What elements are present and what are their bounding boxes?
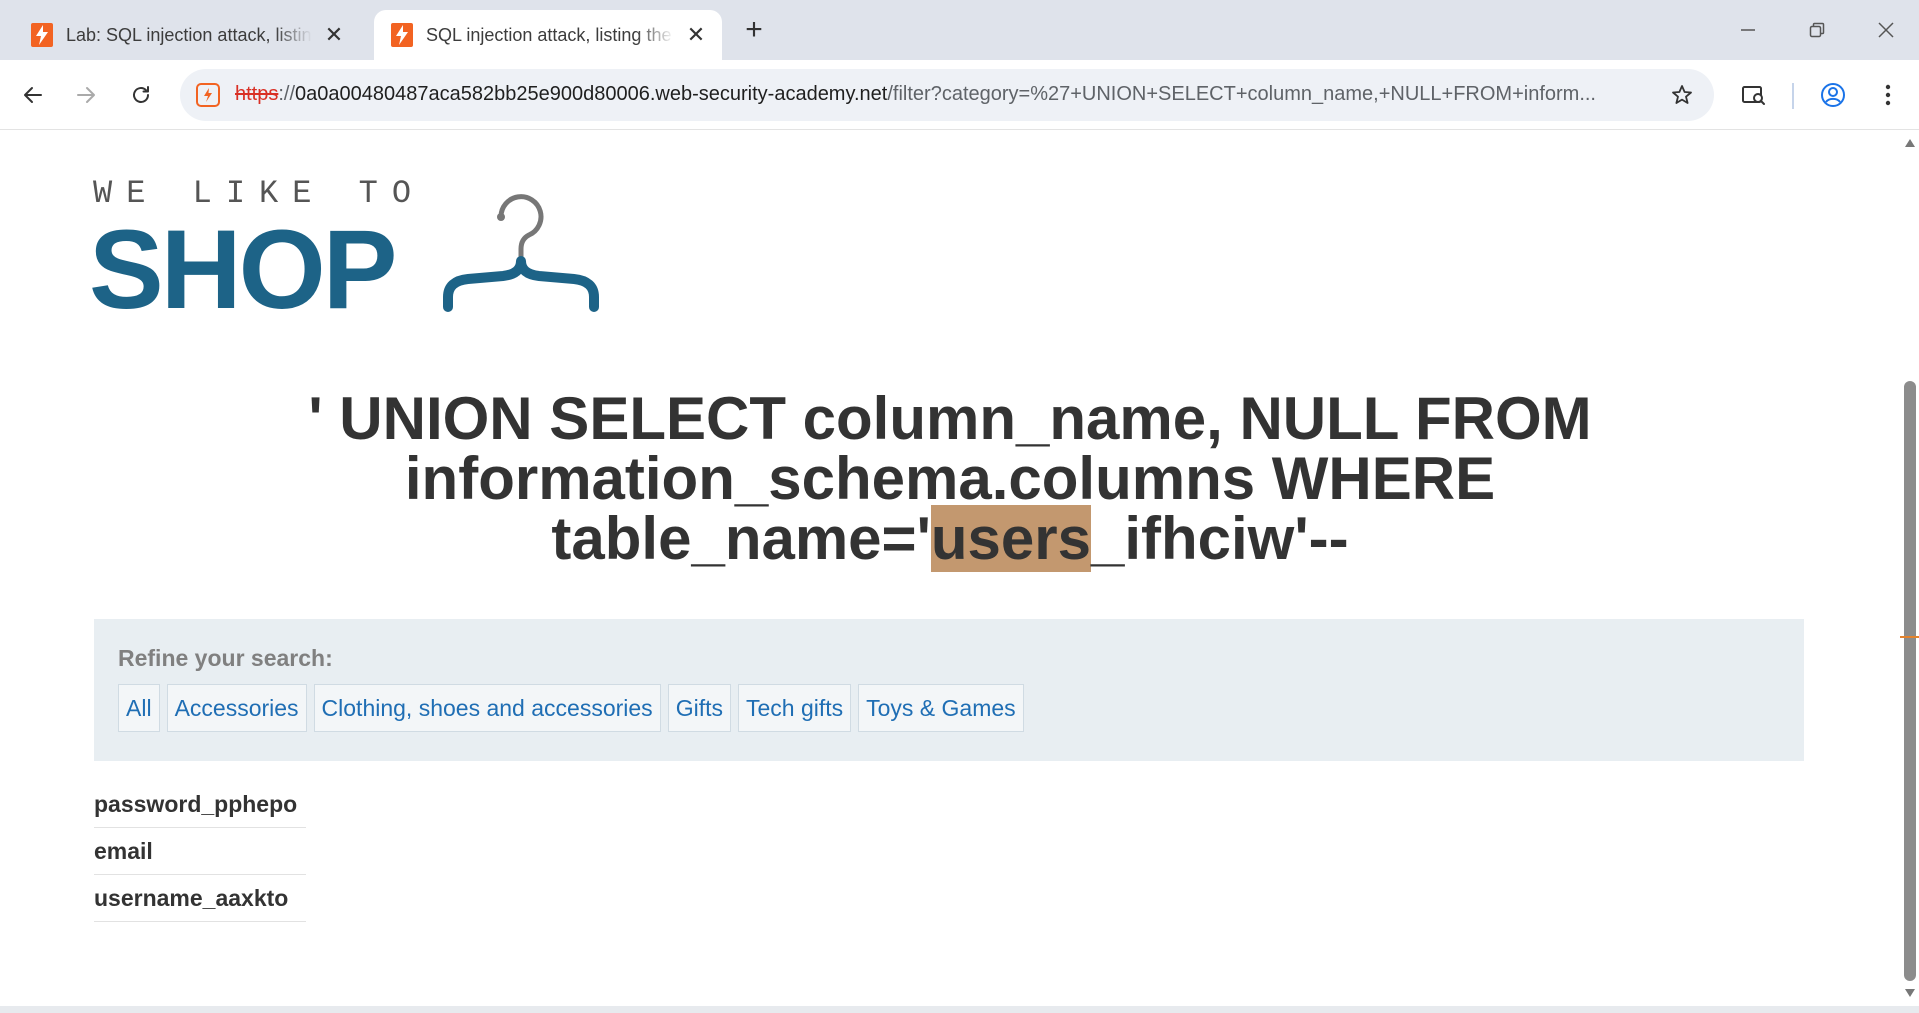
tab-active[interactable]: SQL injection attack, listing the databa…: [374, 10, 722, 60]
tab-title: Lab: SQL injection attack, listing the d…: [66, 24, 312, 45]
filter-clothing[interactable]: Clothing, shoes and accessories: [313, 684, 661, 732]
window-close-button[interactable]: [1866, 10, 1906, 50]
refine-label: Refine your search:: [118, 645, 333, 671]
filter-tech-gifts[interactable]: Tech gifts: [737, 684, 852, 732]
vertical-scrollbar[interactable]: [1900, 131, 1919, 1006]
lightning-icon: [30, 23, 54, 47]
reload-icon: [133, 86, 149, 103]
filter-accessories[interactable]: Accessories: [166, 684, 307, 732]
restore-icon: [1809, 22, 1825, 38]
bookmark-star-icon[interactable]: [1668, 81, 1696, 109]
url-path: /filter?category=%27+UNION+SELECT+column…: [887, 83, 1596, 105]
address-bar[interactable]: https://0a0a00480487aca582bb25e900d80006…: [180, 69, 1714, 121]
site-logo[interactable]: WE LIKE TO SHOP: [89, 175, 623, 332]
restore-button[interactable]: [1797, 10, 1837, 50]
title-text-after: _ifhciw'--: [1090, 505, 1349, 572]
hanger-icon: [443, 194, 599, 312]
find-match-marker: [1900, 636, 1919, 638]
page-title: ' UNION SELECT column_name, NULL FROM in…: [180, 389, 1720, 572]
scroll-down-icon[interactable]: [1904, 987, 1916, 999]
filter-gifts[interactable]: Gifts: [667, 684, 731, 732]
lightning-icon: [390, 23, 414, 47]
back-button[interactable]: [15, 77, 51, 113]
web-page: WE LIKE TO SHOP ' UNION SELECT column_na…: [0, 131, 1900, 1006]
browser-toolbar: https://0a0a00480487aca582bb25e900d80006…: [0, 60, 1919, 130]
filter-toys-games[interactable]: Toys & Games: [858, 684, 1024, 732]
url-text[interactable]: https://0a0a00480487aca582bb25e900d80006…: [235, 83, 1635, 106]
profile-button[interactable]: [1815, 77, 1851, 113]
arrow-left-icon: [24, 87, 42, 103]
table-row: username_aaxkto: [94, 875, 306, 922]
table-row: password_pphepo: [94, 781, 306, 828]
tab-lab[interactable]: Lab: SQL injection attack, listing the d…: [14, 10, 360, 60]
url-host: 0a0a00480487aca582bb25e900d80006.web-sec…: [295, 83, 888, 105]
arrow-right-icon: [77, 87, 95, 103]
logo-wordmark: SHOP: [89, 207, 397, 332]
tab-strip: Lab: SQL injection attack, listing the d…: [0, 0, 1919, 60]
url-separator: ://: [278, 83, 296, 105]
screen-search-icon: [1742, 86, 1765, 105]
filter-all[interactable]: All: [118, 684, 160, 732]
cast-search-button[interactable]: [1736, 77, 1772, 113]
refine-search-panel: Refine your search: All Accessories Clot…: [94, 619, 1804, 761]
menu-button[interactable]: [1870, 77, 1906, 113]
reload-button[interactable]: [123, 77, 159, 113]
close-icon: [1878, 22, 1894, 38]
forward-button[interactable]: [68, 77, 104, 113]
title-highlight: users: [930, 505, 1091, 572]
category-filters: All Accessories Clothing, shoes and acce…: [118, 684, 1031, 732]
site-info-icon[interactable]: [194, 81, 222, 109]
tab-title: SQL injection attack, listing the databa…: [426, 24, 674, 45]
kebab-menu-icon: [1885, 84, 1891, 106]
account-icon: [1821, 83, 1845, 107]
toolbar-divider: [1792, 83, 1794, 109]
window-bottom-edge: [0, 1006, 1919, 1013]
minimize-icon: [1741, 29, 1755, 31]
scrollbar-thumb[interactable]: [1904, 381, 1916, 981]
new-tab-button[interactable]: +: [738, 13, 770, 46]
results-table: password_pphepo email username_aaxkto: [94, 781, 306, 922]
close-icon[interactable]: ✕: [682, 21, 710, 49]
scroll-up-icon[interactable]: [1904, 137, 1916, 149]
minimize-button[interactable]: [1728, 10, 1768, 50]
table-row: email: [94, 828, 306, 875]
url-scheme: https: [235, 83, 279, 105]
close-icon[interactable]: ✕: [320, 21, 348, 49]
